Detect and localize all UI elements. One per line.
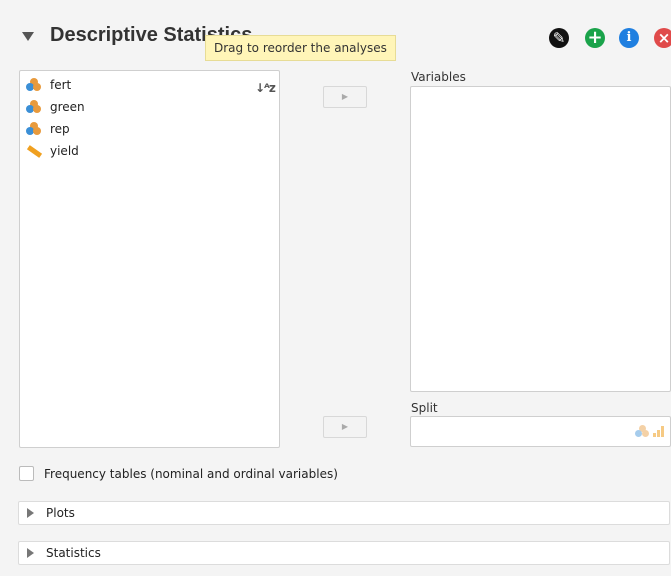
assign-variables-button[interactable]: ▶ [323,86,367,108]
expand-arrow-icon [27,508,34,518]
variables-target-box[interactable] [410,86,671,392]
assign-split-button[interactable]: ▶ [323,416,367,438]
remove-icon[interactable]: × [654,28,671,48]
expand-arrow-icon [27,548,34,558]
info-icon[interactable]: i [619,28,639,48]
frequency-tables-checkbox[interactable] [19,466,34,481]
analysis-header[interactable]: Descriptive Statistics Drag to reorder t… [8,8,671,64]
plots-section-label: Plots [46,506,75,520]
statistics-section-label: Statistics [46,546,101,560]
variable-label: rep [50,122,70,136]
split-label: Split [411,401,438,415]
list-item[interactable]: green [26,97,85,117]
variable-label: fert [50,78,72,92]
list-item[interactable]: yield [26,141,79,161]
variable-label: yield [50,144,79,158]
split-target-box[interactable] [410,416,671,447]
nominal-type-icon [635,425,649,437]
ordinal-type-icon [653,426,665,437]
available-variables-list[interactable]: fert green rep yield ↓ᴬz [19,70,280,448]
nominal-variable-icon [26,78,42,92]
statistics-section[interactable]: Statistics [18,541,670,565]
descriptives-panel: Descriptive Statistics Drag to reorder t… [8,8,671,576]
reorder-tooltip: Drag to reorder the analyses [205,35,396,61]
list-item[interactable]: rep [26,119,70,139]
split-permitted-types [635,425,665,437]
collapse-arrow-icon[interactable] [22,32,34,41]
nominal-variable-icon [26,122,42,136]
frequency-tables-label: Frequency tables (nominal and ordinal va… [44,466,338,481]
list-item[interactable]: fert [26,75,71,95]
sort-icon[interactable]: ↓ᴬz [255,81,276,95]
variable-label: green [50,100,85,114]
edit-icon[interactable]: ✎ [549,28,569,48]
plots-section[interactable]: Plots [18,501,670,525]
variables-label: Variables [411,70,466,84]
add-icon[interactable]: + [585,28,605,48]
continuous-variable-icon [26,144,43,158]
frequency-tables-option[interactable]: Frequency tables (nominal and ordinal va… [19,466,338,481]
nominal-variable-icon [26,100,42,114]
